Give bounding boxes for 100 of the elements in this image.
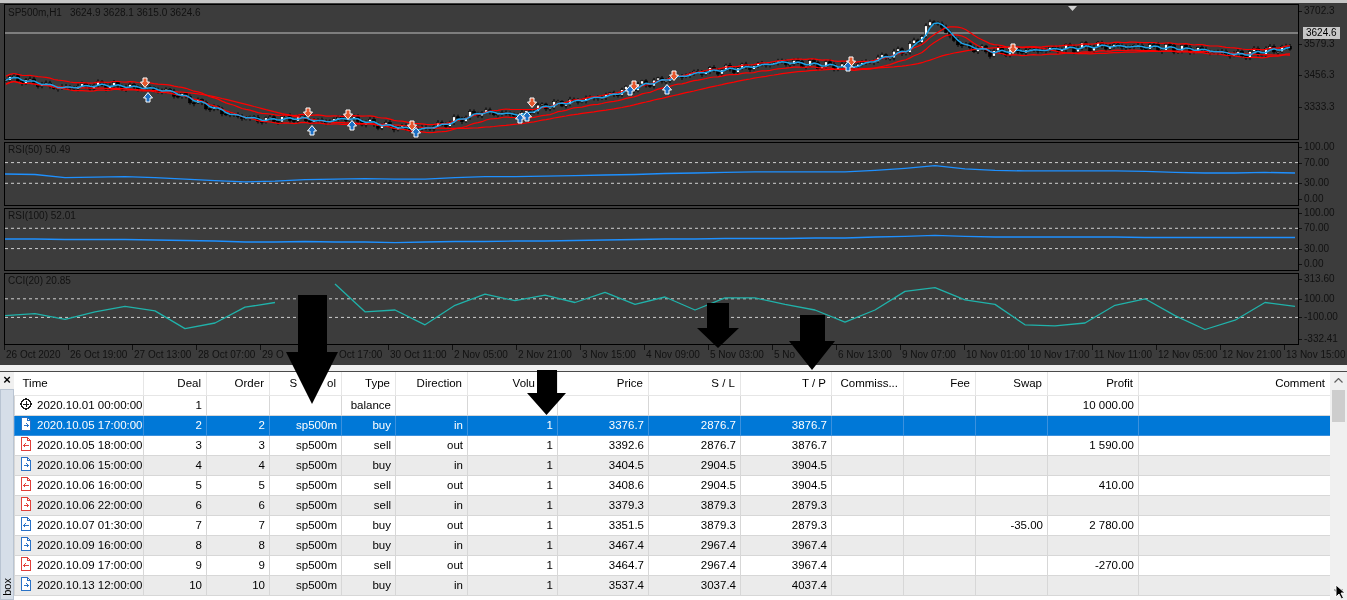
- column-header[interactable]: Swap: [975, 372, 1048, 395]
- table-cell: 3467.4: [557, 535, 649, 555]
- date-time: 2020.10.13 12:00:00: [37, 579, 143, 591]
- table-cell: sp500m: [269, 535, 342, 555]
- date-time: 2020.10.09 16:00:00: [37, 539, 143, 551]
- up-arrow-icon: [625, 85, 635, 96]
- table-cell: sp500m: [269, 495, 342, 515]
- table-cell: 2904.5: [648, 475, 741, 495]
- column-header[interactable]: T / P: [740, 372, 832, 395]
- table-cell: 1: [143, 395, 207, 415]
- table-cell: buy: [341, 535, 396, 555]
- table-cell: 1 590.00: [1047, 435, 1139, 455]
- down-arrow-icon: [527, 97, 537, 108]
- table-row[interactable]: 2020.10.05 17:00:00 2 2 sp500m buy in 1 3376.7 2876.7 3876.7: [14, 415, 1330, 435]
- table-cell: in: [395, 535, 468, 555]
- date-time: 2020.10.05 18:00:00: [37, 439, 143, 451]
- table-cell: in: [395, 455, 468, 475]
- date-time: 2020.10.09 17:00:00: [37, 559, 143, 571]
- column-header[interactable]: Direction: [395, 372, 468, 395]
- table-cell: 3379.3: [557, 495, 649, 515]
- table-cell: 10: [143, 575, 207, 595]
- table-cell: out: [395, 515, 468, 535]
- current-price-label: 3624.6: [1303, 27, 1340, 39]
- table-row[interactable]: 2020.10.06 15:00:00 4 4 sp500m buy in 1 3404.5 2904.5 3904.5: [14, 455, 1330, 475]
- up-arrow-icon: [843, 61, 853, 72]
- table-cell: 3404.5: [557, 455, 649, 475]
- table-row[interactable]: 2020.10.05 18:00:00 3 3 sp500m sell out 1 3392.6 2876.7 3876.7 1 590.00: [14, 435, 1330, 455]
- table-cell: 3876.7: [740, 415, 832, 435]
- table-row[interactable]: 2020.10.07 01:30:00 7 7 sp500m buy out 1 3351.5 3879.3 2879.3 -35.00 2 780.00: [14, 515, 1330, 535]
- down-arrow-icon: [1008, 43, 1018, 54]
- table-cell: 1: [467, 435, 558, 455]
- date-time: 2020.10.05 17:00:00: [37, 419, 143, 431]
- triangle-icon[interactable]: [1068, 6, 1077, 11]
- table-cell: 3408.6: [557, 475, 649, 495]
- column-header[interactable]: Type: [341, 372, 396, 395]
- scrollbar[interactable]: [1330, 372, 1347, 600]
- table-cell: buy: [341, 575, 396, 595]
- date-time: 2020.10.06 15:00:00: [37, 459, 143, 471]
- down-arrow-icon: [629, 80, 639, 91]
- table-cell: 2876.7: [648, 415, 741, 435]
- table-cell: out: [395, 435, 468, 455]
- table-cell: 5: [206, 475, 270, 495]
- close-button[interactable]: ×: [0, 372, 14, 388]
- table-cell: 1: [467, 455, 558, 475]
- table-cell: 1: [467, 575, 558, 595]
- down-arrow-icon: [343, 109, 353, 120]
- table-cell: 9: [143, 555, 207, 575]
- up-arrow-icon: [522, 111, 532, 122]
- table-cell: 5: [143, 475, 207, 495]
- table-cell: 3904.5: [740, 455, 832, 475]
- column-header[interactable]: Time: [14, 372, 144, 395]
- up-arrow-icon: [307, 125, 317, 136]
- column-header[interactable]: Profit: [1047, 372, 1139, 395]
- table-cell: 2876.7: [648, 435, 741, 455]
- table-row[interactable]: 2020.10.09 16:00:00 8 8 sp500m buy in 1 3467.4 2967.4 3967.4: [14, 535, 1330, 555]
- column-header[interactable]: Order: [206, 372, 270, 395]
- table-cell: 3967.4: [740, 535, 832, 555]
- up-arrow-icon: [143, 92, 153, 103]
- table-row[interactable]: 2020.10.13 12:00:00 10 10 sp500m buy in 1 3537.4 3037.4 4037.4: [14, 575, 1330, 595]
- table-cell: in: [395, 415, 468, 435]
- table-cell: 9: [206, 555, 270, 575]
- table-cell: sell: [341, 495, 396, 515]
- column-header[interactable]: Commiss...: [831, 372, 904, 395]
- table-cell: 1: [467, 495, 558, 515]
- table-row[interactable]: 2020.10.06 16:00:00 5 5 sp500m sell out 1 3408.6 2904.5 3904.5 410.00: [14, 475, 1330, 495]
- table-cell: 1: [467, 515, 558, 535]
- table-cell: out: [395, 475, 468, 495]
- table-cell: 1: [467, 415, 558, 435]
- table-row[interactable]: 2020.10.06 22:00:00 6 6 sp500m sell in 1 3379.3 3879.3 2879.3: [14, 495, 1330, 515]
- table-cell: buy: [341, 455, 396, 475]
- column-header[interactable]: ol: [327, 377, 336, 390]
- table-cell: in: [395, 495, 468, 515]
- table-cell: sell: [341, 555, 396, 575]
- column-header[interactable]: S: [289, 377, 298, 390]
- column-header[interactable]: Deal: [143, 372, 207, 395]
- table-cell: 7: [206, 515, 270, 535]
- table-cell: 2: [206, 415, 270, 435]
- table-cell: -270.00: [1047, 555, 1139, 575]
- table-cell: 6: [206, 495, 270, 515]
- down-arrow-icon: [669, 70, 679, 81]
- table-cell: 3876.7: [740, 435, 832, 455]
- table-cell: 3879.3: [648, 515, 741, 535]
- column-header[interactable]: S / L: [648, 372, 741, 395]
- table-row[interactable]: 2020.10.09 17:00:00 9 9 sp500m sell out 1 3464.7 2967.4 3967.4 -270.00: [14, 555, 1330, 575]
- table-cell: 3904.5: [740, 475, 832, 495]
- table-cell: balance: [341, 395, 396, 415]
- table-cell: 3464.7: [557, 555, 649, 575]
- scrollbar-thumb[interactable]: [1332, 390, 1345, 422]
- table-cell: 3392.6: [557, 435, 649, 455]
- down-arrow-icon: [846, 56, 856, 67]
- date-time: 2020.10.01 00:00:00: [37, 399, 143, 411]
- table-cell: 2 780.00: [1047, 515, 1139, 535]
- table-cell: sp500m: [269, 575, 342, 595]
- toolbox-tab[interactable]: box: [0, 389, 14, 600]
- down-arrow-icon: [303, 107, 313, 118]
- column-header[interactable]: Fee: [903, 372, 976, 395]
- up-arrow-icon: [515, 113, 525, 124]
- table-cell: 1: [467, 475, 558, 495]
- table-cell: 2: [143, 415, 207, 435]
- table-cell: 3967.4: [740, 555, 832, 575]
